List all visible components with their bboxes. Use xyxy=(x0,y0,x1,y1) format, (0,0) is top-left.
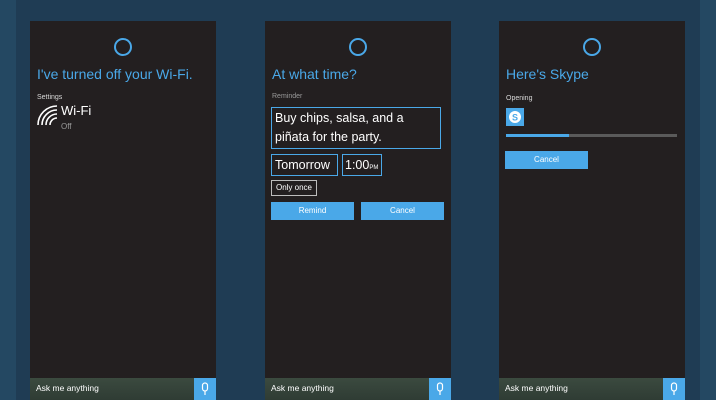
setting-status: Off xyxy=(61,122,72,131)
left-margin xyxy=(0,0,16,400)
section-label: Settings xyxy=(37,94,63,101)
phone-screen-reminder: At what time? Reminder Buy chips, salsa,… xyxy=(265,21,451,400)
microphone-icon xyxy=(670,382,678,395)
microphone-icon xyxy=(201,382,209,395)
cortana-response-heading: At what time? xyxy=(272,66,357,82)
microphone-button[interactable] xyxy=(194,378,216,400)
cortana-response-heading: I've turned off your Wi-Fi. xyxy=(37,66,193,82)
progress-fill xyxy=(506,134,570,137)
right-margin xyxy=(700,0,716,400)
microphone-icon xyxy=(436,382,444,395)
cortana-icon xyxy=(349,38,367,56)
wifi-icon xyxy=(37,105,58,126)
svg-text:S: S xyxy=(512,113,518,123)
cancel-button[interactable]: Cancel xyxy=(361,202,444,220)
remind-button[interactable]: Remind xyxy=(271,202,354,220)
phone-screen-wifi: I've turned off your Wi-Fi. Settings Wi-… xyxy=(30,21,216,400)
time-value: 1:00 xyxy=(345,158,370,172)
loading-progress-bar xyxy=(506,134,677,137)
search-placeholder[interactable]: Ask me anything xyxy=(36,383,99,393)
cortana-response-heading: Here's Skype xyxy=(506,66,589,82)
reminder-text-field[interactable]: Buy chips, salsa, and a piñata for the p… xyxy=(271,107,441,149)
microphone-button[interactable] xyxy=(429,378,451,400)
section-label: Reminder xyxy=(272,93,303,100)
time-picker[interactable]: 1:00PM xyxy=(342,154,382,176)
setting-name[interactable]: Wi-Fi xyxy=(61,103,91,118)
phone-screen-skype: Here's Skype Opening S Cancel Ask me any… xyxy=(499,21,685,400)
search-bar[interactable]: Ask me anything xyxy=(499,378,685,400)
search-bar[interactable]: Ask me anything xyxy=(265,378,451,400)
time-ampm: PM xyxy=(369,165,379,171)
section-label: Opening xyxy=(506,95,533,102)
microphone-button[interactable] xyxy=(663,378,685,400)
repeat-selector[interactable]: Only once xyxy=(271,180,317,196)
skype-icon[interactable]: S xyxy=(506,108,524,126)
cortana-icon xyxy=(114,38,132,56)
search-bar[interactable]: Ask me anything xyxy=(30,378,216,400)
search-placeholder[interactable]: Ask me anything xyxy=(271,383,334,393)
date-picker[interactable]: Tomorrow xyxy=(271,154,338,176)
cancel-button[interactable]: Cancel xyxy=(505,151,588,169)
cortana-icon xyxy=(583,38,601,56)
search-placeholder[interactable]: Ask me anything xyxy=(505,383,568,393)
